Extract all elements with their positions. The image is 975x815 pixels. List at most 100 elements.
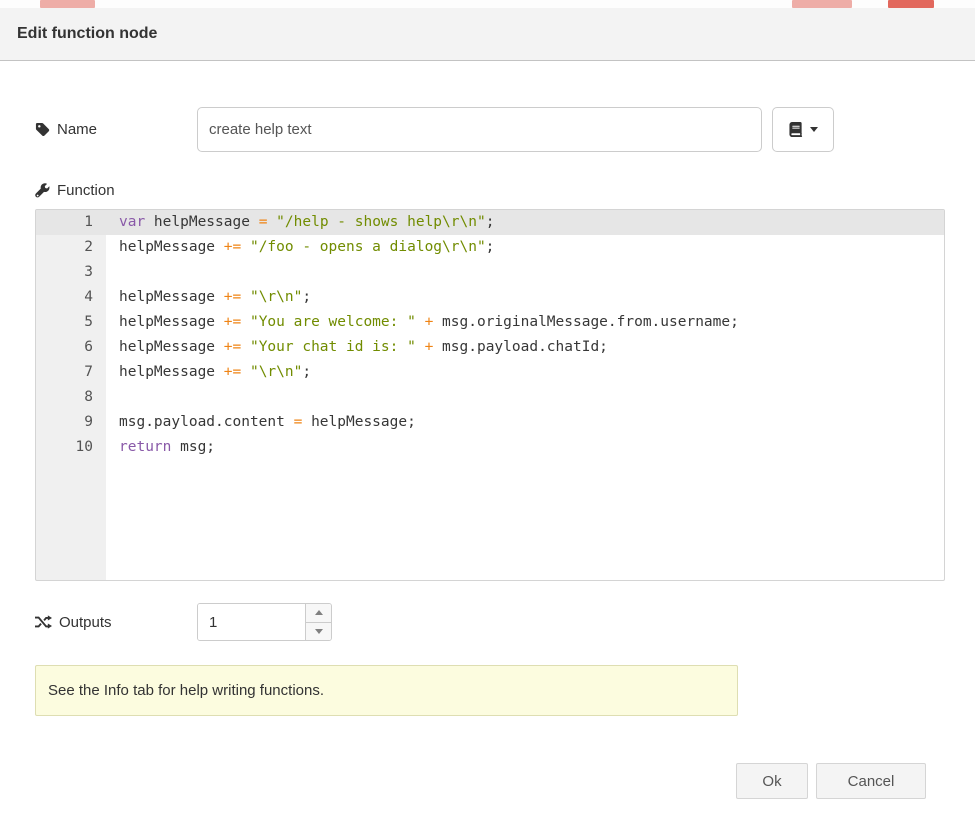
code-line[interactable]: 6helpMessage += "Your chat id is: " + ms… [36,335,944,360]
keyword-token: return [119,439,171,455]
plain-token [241,239,250,255]
plain-token [416,339,425,355]
name-label: Name [57,121,97,138]
line-number: 9 [36,410,106,435]
code-text: helpMessage += "\r\n"; [106,285,311,310]
book-icon [789,122,803,137]
plain-token: helpMessage [119,289,224,305]
string-token: "Your chat id is: " [250,339,416,355]
background-node-fragment [792,0,852,8]
line-number: 10 [36,435,106,460]
name-label-group: Name [35,121,197,138]
name-input[interactable] [197,107,762,152]
plain-token: ; [302,364,311,380]
wrench-icon [35,183,50,198]
operator-token: += [224,339,241,355]
line-number: 3 [36,260,106,285]
code-text: helpMessage += "You are welcome: " + msg… [106,310,739,335]
dialog-header: Edit function node [0,8,975,61]
code-text: return msg; [106,435,215,460]
code-line[interactable]: 7helpMessage += "\r\n"; [36,360,944,385]
plain-token [267,214,276,230]
plain-token: ; [302,289,311,305]
string-token: "\r\n" [250,289,302,305]
plain-token: msg.payload.chatId; [433,339,608,355]
plain-token [241,339,250,355]
plain-token: msg; [171,439,215,455]
name-row: Name [35,107,945,152]
code-line[interactable]: 4helpMessage += "\r\n"; [36,285,944,310]
caret-down-icon [810,127,818,132]
spinner-down-button[interactable] [306,623,331,641]
background-node-fragment [888,0,934,8]
string-token: "\r\n" [250,364,302,380]
line-number: 6 [36,335,106,360]
info-tip-text: See the Info tab for help writing functi… [48,682,324,699]
plain-token [241,364,250,380]
line-number: 7 [36,360,106,385]
shuffle-icon [35,615,52,629]
string-token: "/foo - opens a dialog\r\n" [250,239,486,255]
plain-token: helpMessage; [302,414,416,430]
info-tip: See the Info tab for help writing functi… [35,665,738,716]
arrow-up-icon [315,610,323,615]
code-text [106,260,119,285]
operator-token: += [224,314,241,330]
outputs-spinner [197,603,332,641]
function-label: Function [57,182,115,199]
line-number: 5 [36,310,106,335]
line-number: 4 [36,285,106,310]
plain-token: helpMessage [145,214,259,230]
code-text [106,385,119,410]
plain-token: ; [486,214,495,230]
operator-token: + [425,339,434,355]
code-text: msg.payload.content = helpMessage; [106,410,416,435]
code-line[interactable]: 3 [36,260,944,285]
code-text: helpMessage += "\r\n"; [106,360,311,385]
code-line[interactable]: 1var helpMessage = "/help - shows help\r… [36,210,944,235]
operator-token: += [224,239,241,255]
edit-function-node-dialog: Edit function node Name Fu [0,8,975,815]
line-number: 2 [36,235,106,260]
ok-button[interactable]: Ok [736,763,808,799]
spinner-up-button[interactable] [306,604,331,623]
code-text: var helpMessage = "/help - shows help\r\… [106,210,494,235]
workspace-background-strip [0,0,975,8]
line-number: 1 [36,210,106,235]
dialog-title: Edit function node [17,25,157,43]
plain-token: msg.payload.content [119,414,294,430]
code-line[interactable]: 10return msg; [36,435,944,460]
code-line[interactable]: 5helpMessage += "You are welcome: " + ms… [36,310,944,335]
code-text: helpMessage += "Your chat id is: " + msg… [106,335,608,360]
arrow-down-icon [315,629,323,634]
plain-token [241,289,250,305]
plain-token [241,314,250,330]
plain-token: msg.originalMessage.from.username; [433,314,739,330]
string-token: "You are welcome: " [250,314,416,330]
function-code-editor[interactable]: 1var helpMessage = "/help - shows help\r… [35,209,945,581]
cancel-button[interactable]: Cancel [816,763,926,799]
library-button[interactable] [772,107,834,152]
code-line[interactable]: 2helpMessage += "/foo - opens a dialog\r… [36,235,944,260]
code-text: helpMessage += "/foo - opens a dialog\r\… [106,235,494,260]
line-number: 8 [36,385,106,410]
plain-token: helpMessage [119,314,224,330]
string-token: "/help - shows help\r\n" [276,214,486,230]
dialog-footer: Ok Cancel [35,763,945,799]
keyword-token: var [119,214,145,230]
outputs-label: Outputs [59,614,112,631]
operator-token: += [224,364,241,380]
plain-token [416,314,425,330]
plain-token: ; [486,239,495,255]
operator-token: + [425,314,434,330]
plain-token: helpMessage [119,364,224,380]
tag-icon [35,122,50,137]
outputs-input[interactable] [198,604,305,640]
plain-token: helpMessage [119,239,224,255]
outputs-label-group: Outputs [35,614,197,631]
code-line[interactable]: 9msg.payload.content = helpMessage; [36,410,944,435]
spinner-buttons [305,604,331,640]
code-line[interactable]: 8 [36,385,944,410]
outputs-row: Outputs [35,603,945,641]
dialog-body: Name Function 1var helpMessage = "/help … [0,61,975,799]
